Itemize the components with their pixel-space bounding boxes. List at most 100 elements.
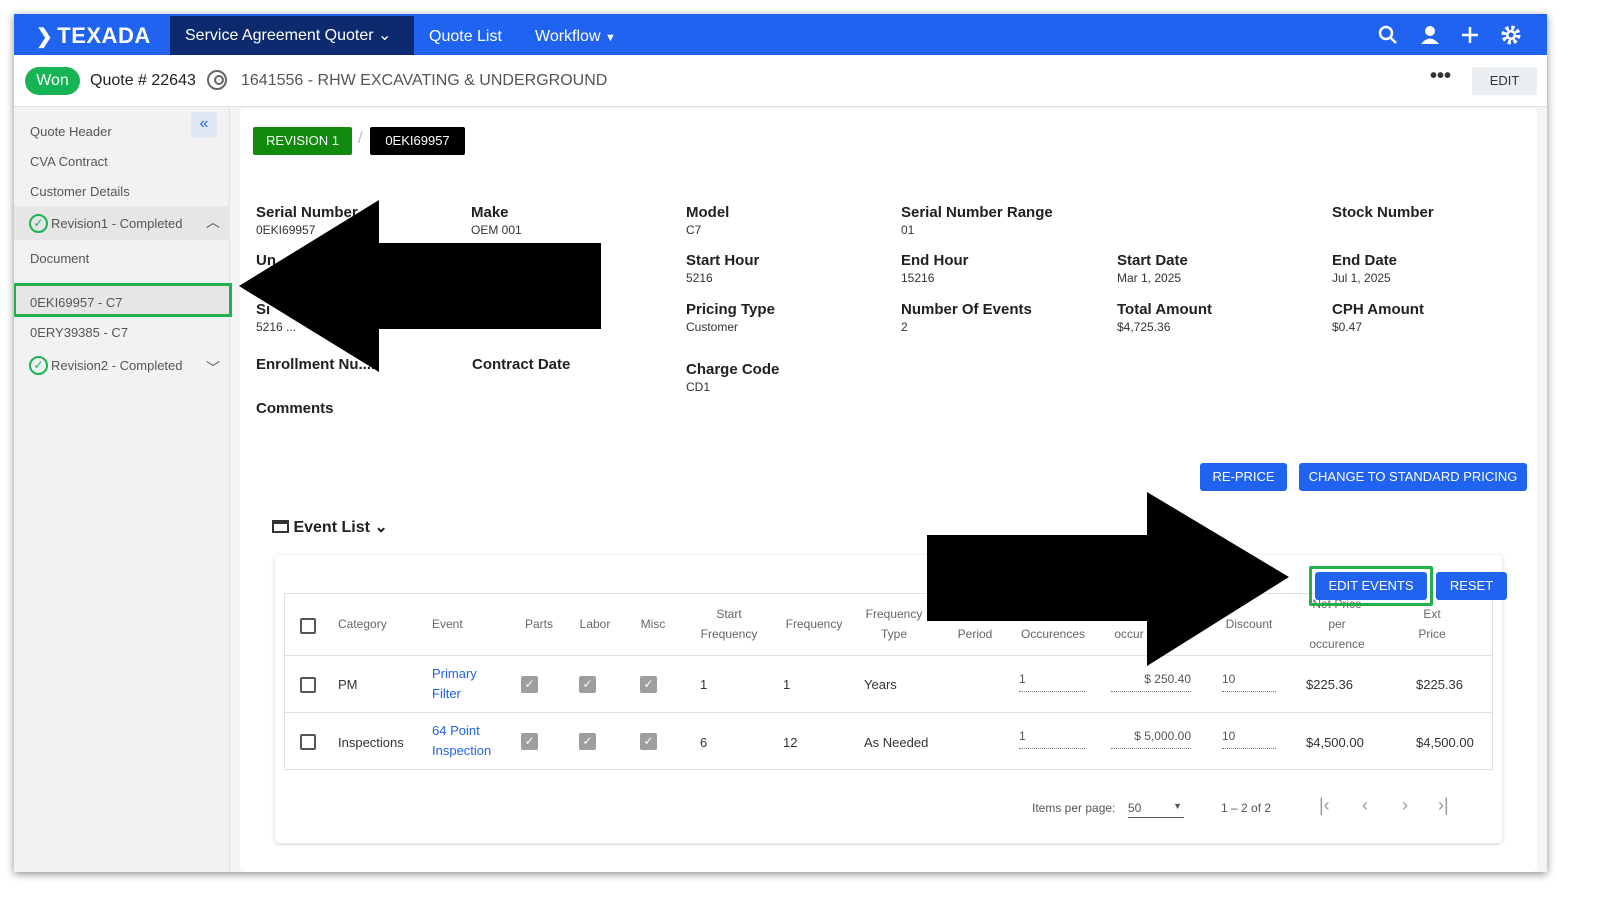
revision1-row[interactable]: ✓ Revision1 - Completed ︿ — [14, 206, 230, 240]
cph-amount-value: $0.47 — [1332, 320, 1363, 334]
check-circle-icon: ✓ — [29, 356, 48, 375]
row1-misc-checkbox[interactable]: ✓ — [640, 676, 657, 693]
account-circle-icon — [207, 70, 227, 90]
items-per-page-select[interactable]: 50 ▼ — [1128, 801, 1184, 818]
col-parts[interactable]: Parts — [514, 614, 564, 634]
row2-event-link[interactable]: 64 Point Inspection — [432, 721, 502, 761]
row-checkbox[interactable] — [300, 677, 316, 693]
row1-discount-input[interactable]: 10 — [1222, 672, 1276, 692]
nav-workflow[interactable]: Workflow ▼ — [535, 28, 616, 46]
row1-net-price: $225.36 — [1306, 677, 1353, 692]
num-events-label: Number Of Events — [901, 301, 1032, 318]
app-window: ❯ TEXADA Service Agreement Quoter ⌄ Quote… — [14, 14, 1547, 872]
row2-category: Inspections — [338, 735, 404, 750]
top-bar: ❯ TEXADA Service Agreement Quoter ⌄ Quote… — [14, 14, 1547, 55]
reset-button[interactable]: RESET — [1436, 572, 1507, 600]
col-category[interactable]: Category — [328, 614, 398, 634]
unit-chip[interactable]: 0EKI69957 — [370, 127, 465, 155]
module-selector[interactable]: Service Agreement Quoter ⌄ — [170, 16, 414, 55]
next-page-icon[interactable]: › — [1402, 795, 1408, 816]
row1-start-frequency: 1 — [700, 677, 708, 692]
row2-labor-checkbox[interactable]: ✓ — [579, 733, 596, 750]
sidebar-item-revision1: Revision1 - Completed — [51, 216, 183, 231]
sidebar-item-customer-details[interactable]: Customer Details — [30, 184, 130, 199]
select-all-checkbox[interactable] — [300, 618, 316, 634]
end-date-value: Jul 1, 2025 — [1332, 271, 1391, 285]
caret-down-icon: ▼ — [1173, 801, 1182, 811]
highlight-box — [14, 283, 232, 317]
chevron-down-icon[interactable]: ﹀ — [206, 358, 220, 378]
sidebar-item-cva-contract[interactable]: CVA Contract — [30, 154, 108, 169]
row1-occurences-input[interactable]: 1 — [1019, 672, 1085, 692]
start-date-value: Mar 1, 2025 — [1117, 271, 1182, 285]
start-date-label: Start Date — [1117, 252, 1188, 269]
more-options-icon[interactable]: ••• — [1430, 65, 1451, 88]
row1-event-link[interactable]: Primary Filter — [432, 664, 492, 704]
right-arrow-annotation — [927, 492, 1289, 666]
row2-occurences-input[interactable]: 1 — [1019, 729, 1085, 749]
serial-range-value: 01 — [901, 223, 915, 237]
row2-frequency: 12 — [783, 735, 798, 750]
row2-net-price: $4,500.00 — [1306, 735, 1364, 750]
texada-logo[interactable]: ❯ TEXADA — [36, 23, 151, 49]
collapse-sidebar-icon[interactable]: « — [191, 112, 217, 138]
page-range: 1 – 2 of 2 — [1221, 801, 1272, 815]
quote-number: Quote # 22643 — [90, 72, 196, 89]
first-page-icon[interactable]: |‹ — [1319, 795, 1330, 816]
model-label: Model — [686, 204, 730, 221]
row1-labor-checkbox[interactable]: ✓ — [579, 676, 596, 693]
serial-range-label: Serial Number Range — [901, 204, 1053, 221]
col-start-frequency[interactable]: Start Frequency — [696, 604, 762, 644]
col-event[interactable]: Event — [422, 614, 482, 634]
search-icon[interactable] — [1378, 25, 1398, 45]
previous-page-icon[interactable]: ‹ — [1362, 795, 1368, 816]
last-page-icon[interactable]: ›| — [1438, 795, 1449, 816]
pricing-type-value: Customer — [686, 320, 739, 334]
module-label: Service Agreement Quoter — [185, 27, 374, 44]
charge-code-value: CD1 — [686, 380, 711, 394]
gear-icon[interactable] — [1500, 24, 1522, 46]
row1-parts-checkbox[interactable]: ✓ — [521, 676, 538, 693]
event-list-toggle[interactable]: Event List ⌄ — [272, 517, 388, 537]
plus-icon[interactable] — [1460, 25, 1480, 45]
row2-price-input[interactable]: $ 5,000.00 — [1111, 729, 1191, 749]
check-circle-icon: ✓ — [29, 214, 48, 233]
event-list-title: Event List — [293, 519, 370, 536]
col-frequency-type[interactable]: Frequency Type — [861, 604, 927, 644]
row1-frequency-type: Years — [864, 677, 897, 692]
nav-quote-list[interactable]: Quote List — [429, 28, 502, 46]
row2-discount-input[interactable]: 10 — [1222, 729, 1276, 749]
row-divider — [285, 712, 1492, 713]
sidebar-item-quote-header[interactable]: Quote Header — [30, 124, 112, 139]
model-value: C7 — [686, 223, 702, 237]
row2-parts-checkbox[interactable]: ✓ — [521, 733, 538, 750]
end-hour-label: End Hour — [901, 252, 969, 269]
col-misc[interactable]: Misc — [628, 614, 678, 634]
row2-misc-checkbox[interactable]: ✓ — [640, 733, 657, 750]
user-icon[interactable] — [1420, 25, 1440, 45]
sidebar-item-document[interactable]: Document — [30, 251, 89, 266]
sidebar-item-revision2[interactable]: Revision2 - Completed — [51, 358, 183, 373]
reprice-button[interactable]: RE-PRICE — [1200, 463, 1287, 491]
start-hour-value: 5216 — [686, 271, 713, 285]
num-events-value: 2 — [901, 320, 908, 334]
row2-frequency-type: As Needed — [864, 735, 929, 750]
charge-code-label: Charge Code — [686, 361, 780, 378]
row-checkbox[interactable] — [300, 734, 316, 750]
change-standard-pricing-button[interactable]: CHANGE TO STANDARD PRICING — [1299, 463, 1527, 491]
col-frequency[interactable]: Frequency — [779, 614, 849, 634]
col-ext-price[interactable]: Ext Price — [1412, 604, 1452, 644]
revision-chip[interactable]: REVISION 1 — [253, 127, 352, 155]
row2-ext-price: $4,500.00 — [1416, 735, 1474, 750]
edit-button[interactable]: EDIT — [1472, 67, 1537, 95]
status-badge: Won — [25, 67, 80, 95]
chevron-down-icon: ⌄ — [374, 519, 388, 536]
sidebar-item-unit2[interactable]: 0ERY39385 - C7 — [30, 325, 128, 340]
left-arrow-annotation — [239, 200, 601, 372]
items-per-page-label: Items per page: — [1032, 801, 1116, 815]
row-divider — [285, 655, 1492, 656]
col-labor[interactable]: Labor — [570, 614, 620, 634]
chevron-up-icon[interactable]: ︿ — [206, 212, 220, 232]
quote-header-bar: Won Quote # 22643 1641556 - RHW EXCAVATI… — [14, 55, 1547, 107]
row1-price-input[interactable]: $ 250.40 — [1111, 672, 1191, 692]
